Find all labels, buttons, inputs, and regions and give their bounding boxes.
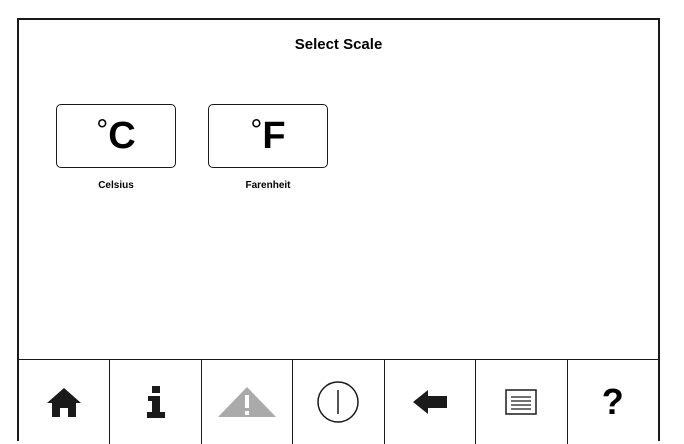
fahrenheit-unit: F xyxy=(262,114,286,157)
home-button[interactable] xyxy=(19,360,111,444)
back-button[interactable] xyxy=(385,360,477,444)
back-arrow-icon xyxy=(412,390,447,414)
help-icon: ? xyxy=(601,381,624,422)
bottom-toolbar: ? xyxy=(19,359,658,444)
fahrenheit-button[interactable]: ° F xyxy=(208,104,328,168)
fahrenheit-label: Farenheit xyxy=(245,180,291,191)
info-button[interactable] xyxy=(110,360,202,444)
home-icon xyxy=(47,388,82,417)
menu-list-icon xyxy=(505,389,538,415)
celsius-button[interactable]: ° C xyxy=(56,104,176,168)
warning-icon xyxy=(218,387,277,417)
celsius-unit: C xyxy=(108,114,136,157)
celsius-label: Celsius xyxy=(98,180,134,191)
power-button[interactable] xyxy=(293,360,385,444)
info-icon xyxy=(146,386,165,418)
warning-button[interactable] xyxy=(202,360,294,444)
degree-symbol: ° xyxy=(250,114,263,147)
degree-symbol: ° xyxy=(96,114,109,147)
power-icon xyxy=(317,381,360,423)
help-button[interactable]: ? xyxy=(568,360,658,444)
touch-screen: Select Scale ° C Celsius ° F Farenheit ? xyxy=(17,18,660,444)
menu-button[interactable] xyxy=(476,360,568,444)
page-title: Select Scale xyxy=(294,36,383,53)
